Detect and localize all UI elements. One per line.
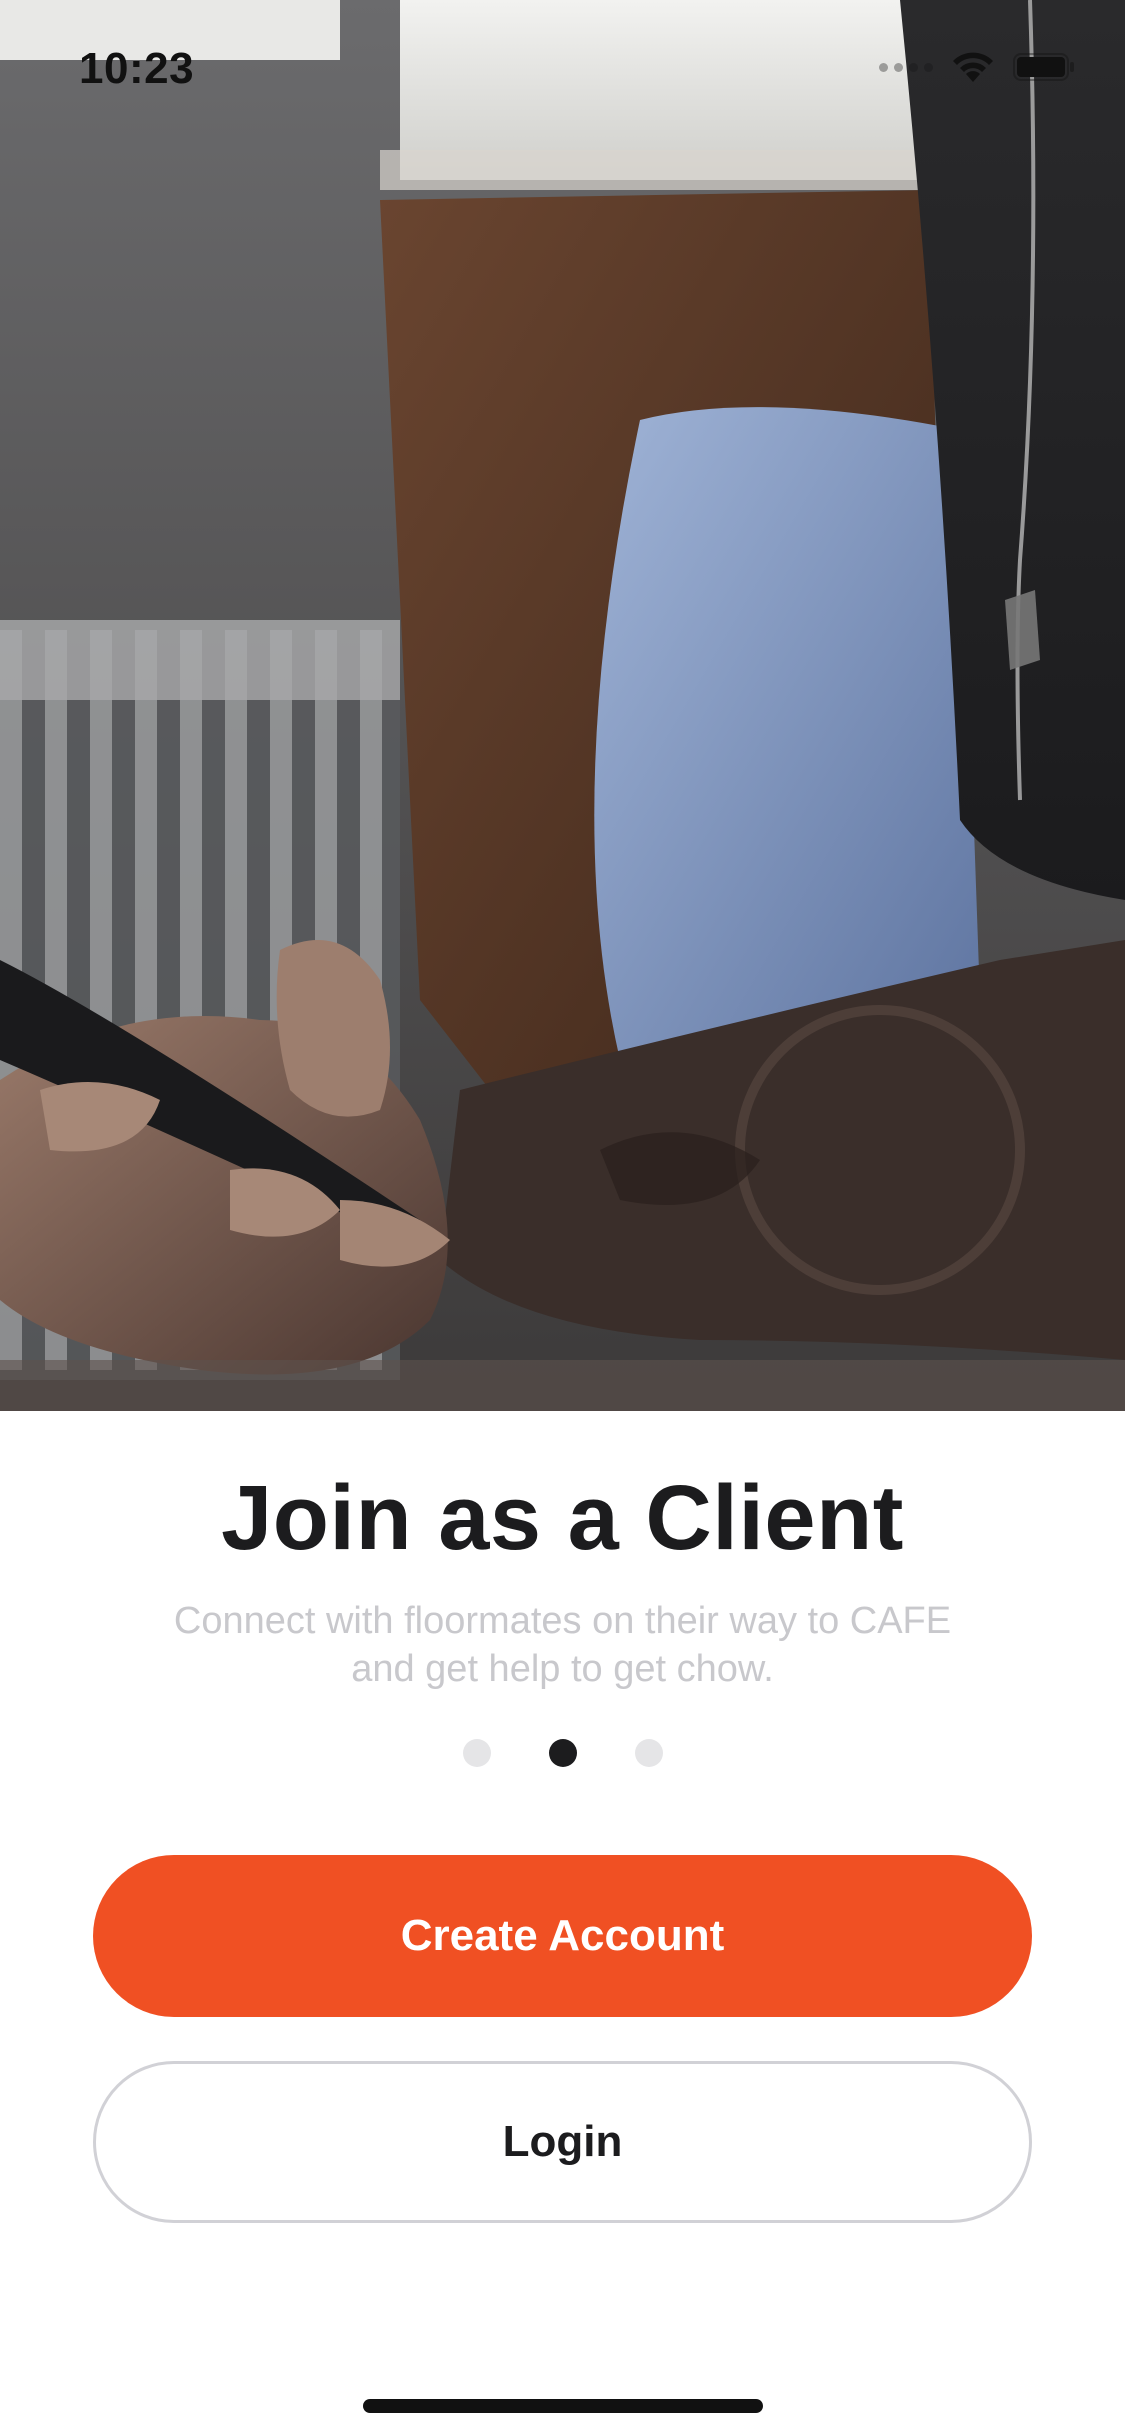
login-label: Login: [502, 2117, 623, 2166]
battery-icon: [1013, 52, 1075, 82]
onboarding-title: Join as a Client: [221, 1467, 904, 1569]
status-bar: 10:23: [0, 0, 1125, 132]
status-icons: [879, 50, 1075, 84]
hero-photo-illustration: [0, 0, 1125, 1411]
hero-photo: [0, 0, 1125, 1411]
home-indicator[interactable]: [363, 2399, 763, 2413]
page-indicator[interactable]: [0, 1739, 1125, 1767]
wifi-icon: [951, 50, 995, 84]
create-account-label: Create Account: [400, 1911, 725, 1960]
onboarding-subtitle: Connect with floormates on their way to …: [173, 1600, 952, 1690]
onboarding-panel: Join as a Client Connect with floormates…: [0, 1411, 1125, 2436]
page-dot-1[interactable]: [462, 1739, 491, 1767]
page-dot-2-active[interactable]: [548, 1739, 577, 1767]
status-time: 10:23: [79, 44, 195, 93]
login-button[interactable]: Login: [93, 2061, 1032, 2223]
create-account-button[interactable]: Create Account: [93, 1855, 1032, 2017]
cellular-signal-icon: [879, 62, 933, 72]
page-dot-3[interactable]: [634, 1739, 663, 1767]
